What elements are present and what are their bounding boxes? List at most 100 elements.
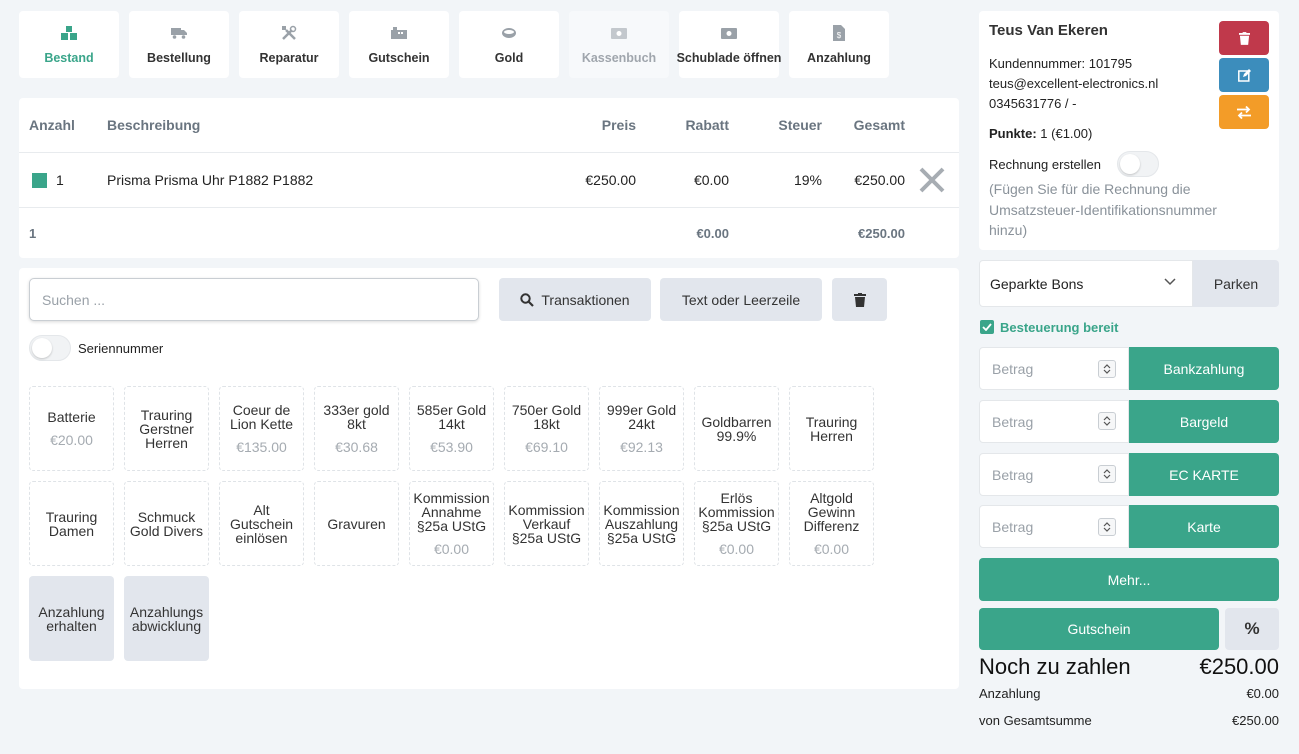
toolbar-button-gold[interactable]: Gold xyxy=(459,11,559,78)
product-tile-price: €30.68 xyxy=(335,439,378,455)
deposit-label: Anzahlung xyxy=(979,686,1041,701)
amount-stepper-card[interactable] xyxy=(1098,518,1116,536)
product-tile-name: Kommission Auszahlung §25a UStG xyxy=(603,501,680,546)
parked-receipts-select[interactable]: Geparkte Bons xyxy=(979,260,1193,307)
svg-text:$: $ xyxy=(837,31,842,40)
product-tile[interactable]: Gravuren xyxy=(314,481,399,566)
toolbar-button-kassenbuch[interactable]: Kassenbuch xyxy=(569,11,669,78)
tax-ready-label: Besteuerung bereit xyxy=(1000,320,1119,335)
product-tile[interactable]: Kommission Verkauf §25a UStG xyxy=(504,481,589,566)
trash-icon xyxy=(1238,31,1250,45)
edit-customer-button[interactable] xyxy=(1219,58,1269,92)
toolbar-label: Kassenbuch xyxy=(581,51,657,65)
customer-points: Punkte: 1 (€1.00) xyxy=(989,126,1092,141)
product-tile[interactable]: Erlös Kommission §25a UStG €0.00 xyxy=(694,481,779,566)
edit-icon xyxy=(1237,68,1251,82)
park-button[interactable]: Parken xyxy=(1193,260,1279,307)
more-button[interactable]: Mehr... xyxy=(979,558,1279,601)
chevron-down-icon xyxy=(1164,278,1176,286)
exchange-icon xyxy=(1237,105,1251,119)
stepper-arrows-icon xyxy=(1103,469,1111,479)
product-tile[interactable]: 750er Gold 18kt €69.10 xyxy=(504,386,589,471)
voucher-button[interactable]: Gutschein xyxy=(979,608,1219,650)
tools-icon xyxy=(281,25,297,41)
product-tile[interactable]: Kommission Annahme §25a UStG €0.00 xyxy=(409,481,494,566)
amount-stepper-ec[interactable] xyxy=(1098,465,1116,483)
switch-customer-button[interactable] xyxy=(1219,95,1269,129)
cart-item-row[interactable]: 1 Prisma Prisma Uhr P1882 P1882 €250.00 … xyxy=(19,153,959,208)
parked-receipts-label: Geparkte Bons xyxy=(990,275,1084,292)
product-panel: Transaktionen Text oder Leerzeile Serien… xyxy=(19,268,959,689)
product-tile[interactable]: Goldbarren 99.9% xyxy=(694,386,779,471)
clear-cart-button[interactable] xyxy=(832,278,887,321)
toolbar-button-reparatur[interactable]: Reparatur xyxy=(239,11,339,78)
product-tile[interactable]: 333er gold 8kt €30.68 xyxy=(314,386,399,471)
delete-customer-button[interactable] xyxy=(1219,21,1269,55)
product-tile[interactable]: Anzahlung erhalten xyxy=(29,576,114,661)
product-tile[interactable]: Kommission Auszahlung §25a UStG xyxy=(599,481,684,566)
header-price: Preis xyxy=(601,117,636,133)
product-tile-name: 333er gold 8kt xyxy=(323,402,390,432)
remove-item-icon[interactable] xyxy=(917,165,947,195)
tax-ready-checkbox[interactable] xyxy=(980,320,994,334)
product-tile[interactable]: 999er Gold 24kt €92.13 xyxy=(599,386,684,471)
customer-card: Teus Van Ekeren Kundennummer: 101795 teu… xyxy=(979,11,1279,250)
cart-header-row: Anzahl Beschreibung Preis Rabatt Steuer … xyxy=(19,98,959,153)
points-label: Punkte: xyxy=(989,126,1037,141)
product-tile[interactable]: 585er Gold 14kt €53.90 xyxy=(409,386,494,471)
header-description: Beschreibung xyxy=(107,117,201,133)
discount-percent-button[interactable]: % xyxy=(1225,608,1279,650)
toolbar: Bestand Bestellung Reparatur Gutschein G… xyxy=(19,11,889,78)
cash-payment-button[interactable]: Bargeld xyxy=(1129,400,1279,443)
toolbar-button-gutschein[interactable]: Gutschein xyxy=(349,11,449,78)
product-tile[interactable]: Trauring Gerstner Herren xyxy=(124,386,209,471)
invoice-dollar-icon: $ xyxy=(831,25,847,41)
product-tile-name: Goldbarren 99.9% xyxy=(701,413,772,444)
invoice-toggle[interactable] xyxy=(1117,151,1159,177)
product-tile[interactable]: Trauring Herren xyxy=(789,386,874,471)
stepper-arrows-icon xyxy=(1103,416,1111,426)
header-total: Gesamt xyxy=(853,117,905,133)
product-tile-name: 585er Gold 14kt xyxy=(416,402,487,432)
bank-payment-button[interactable]: Bankzahlung xyxy=(1129,347,1279,390)
product-tile[interactable]: Batterie €20.00 xyxy=(29,386,114,471)
item-discount[interactable]: €0.00 xyxy=(629,153,729,207)
toolbar-button-bestand[interactable]: Bestand xyxy=(19,11,119,78)
check-icon xyxy=(982,323,992,331)
item-price[interactable]: €250.00 xyxy=(536,153,636,207)
customer-phone: 0345631776 / - xyxy=(989,96,1077,111)
points-value: 1 (€1.00) xyxy=(1040,126,1093,141)
toolbar-button-anzahlung[interactable]: $ Anzahlung xyxy=(789,11,889,78)
product-tile-price: €0.00 xyxy=(433,541,470,557)
serial-number-toggle[interactable] xyxy=(29,335,71,361)
invoice-note: (Fügen Sie für die Rechnung die Umsatzst… xyxy=(989,181,1217,238)
toolbar-label: Gold xyxy=(494,51,524,65)
product-tile[interactable]: Trauring Damen xyxy=(29,481,114,566)
amount-stepper-cash[interactable] xyxy=(1098,412,1116,430)
customer-number: Kundennummer: 101795 xyxy=(989,56,1133,71)
product-tile[interactable]: Coeur de Lion Kette €135.00 xyxy=(219,386,304,471)
ec-card-payment-button[interactable]: EC KARTE xyxy=(1129,453,1279,496)
product-tile[interactable]: Altgold Gewinn Differenz €0.00 xyxy=(789,481,874,566)
item-qty[interactable]: 1 xyxy=(32,153,64,207)
toolbar-label: Bestellung xyxy=(147,51,211,65)
transactions-button[interactable]: Transaktionen xyxy=(499,278,651,321)
search-input[interactable] xyxy=(29,278,479,321)
product-tile[interactable]: Alt Gutschein einlösen xyxy=(219,481,304,566)
toolbar-button-bestellung[interactable]: Bestellung xyxy=(129,11,229,78)
product-tile-price: €20.00 xyxy=(50,432,93,448)
text-line-button[interactable]: Text oder Leerzeile xyxy=(660,278,822,321)
transactions-label: Transaktionen xyxy=(541,291,630,308)
ticket-icon xyxy=(391,25,407,41)
toolbar-label: Anzahlung xyxy=(807,51,871,65)
card-payment-button[interactable]: Karte xyxy=(1129,505,1279,548)
toolbar-label: Schublade öffnen xyxy=(676,51,782,65)
invoice-label: Rechnung erstellen xyxy=(989,157,1102,172)
toolbar-button-schublade[interactable]: Schublade öffnen xyxy=(676,11,782,78)
amount-stepper-bank[interactable] xyxy=(1098,360,1116,378)
product-tile[interactable]: Anzahlungs abwicklung xyxy=(124,576,209,661)
product-tile[interactable]: Schmuck Gold Divers xyxy=(124,481,209,566)
grand-total-label: von Gesamtsumme xyxy=(979,713,1092,728)
item-total: €250.00 xyxy=(854,172,905,188)
product-tile-price: €0.00 xyxy=(718,541,755,557)
